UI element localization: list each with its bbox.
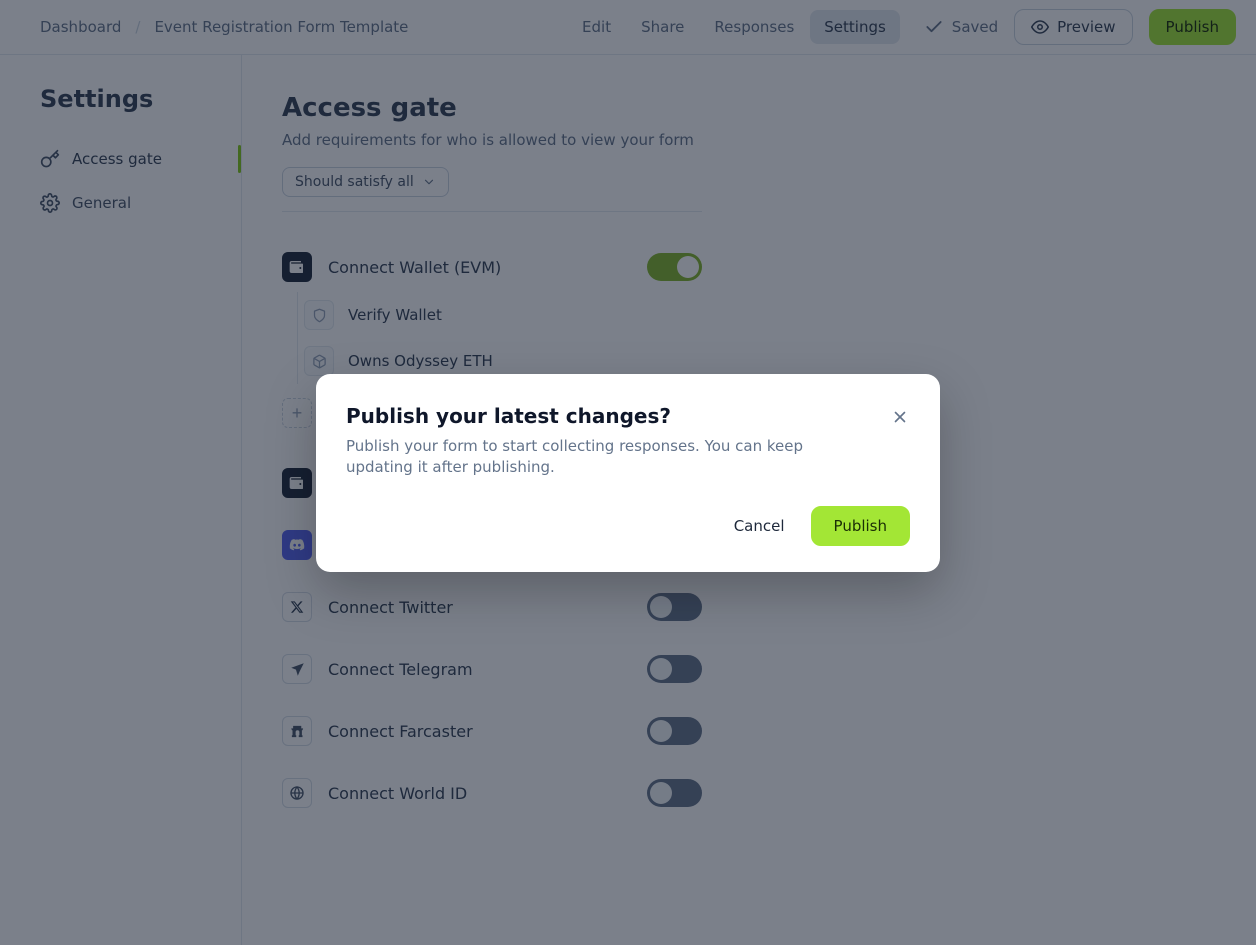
modal-overlay[interactable]: Publish your latest changes? Publish you… (0, 0, 1256, 945)
dialog-body: Publish your form to start collecting re… (346, 436, 870, 478)
dialog-title: Publish your latest changes? (346, 404, 870, 428)
dialog-close-button[interactable] (890, 404, 910, 430)
close-icon (891, 408, 909, 426)
cancel-button[interactable]: Cancel (720, 506, 799, 546)
confirm-publish-button[interactable]: Publish (811, 506, 910, 546)
publish-confirm-dialog: Publish your latest changes? Publish you… (316, 374, 940, 572)
